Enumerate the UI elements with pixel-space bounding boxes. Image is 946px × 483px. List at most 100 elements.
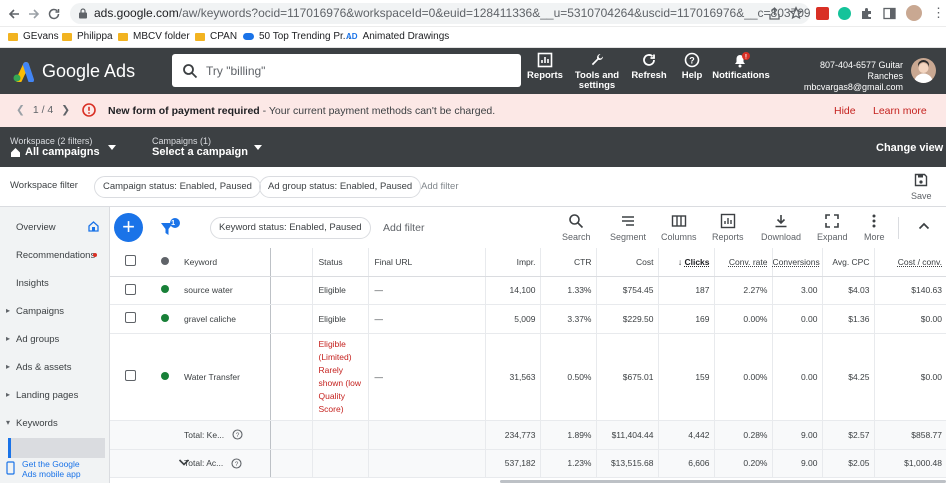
col-conv-rate[interactable]: Conv. rate: [714, 248, 773, 277]
sidepanel-icon[interactable]: [883, 7, 896, 20]
forward-icon[interactable]: [26, 6, 42, 22]
col-clicks-label: Clicks: [684, 256, 710, 267]
total-cost-conv: $1,000.48: [874, 449, 946, 478]
chevron-left-icon[interactable]: ❮: [16, 104, 25, 116]
columns-button[interactable]: Columns: [661, 213, 697, 242]
add-keyword-button[interactable]: +: [114, 213, 143, 242]
url-cell: —: [368, 333, 486, 421]
total-ctr: 1.23%: [540, 449, 597, 478]
help-icon: ?: [684, 52, 700, 68]
share-icon[interactable]: [768, 7, 781, 20]
sidebar-item-adgroups[interactable]: Ad groups: [6, 334, 59, 345]
bookmark-trending[interactable]: 50 Top Trending Pr...: [243, 31, 351, 42]
mobile-app-line2: Ads mobile app: [22, 469, 81, 479]
campaign-selector[interactable]: Campaigns (1) Select a campaign: [152, 136, 248, 158]
avatar[interactable]: [911, 58, 936, 83]
address-bar[interactable]: ads.google.com/aw/keywords?ocid=11701697…: [70, 3, 810, 24]
col-ctr[interactable]: CTR: [540, 248, 597, 277]
row-checkbox[interactable]: [124, 370, 136, 381]
col-status[interactable]: Status: [312, 248, 369, 277]
add-filter-button[interactable]: Add filter: [421, 181, 459, 192]
reload-icon[interactable]: [46, 6, 62, 22]
svg-text:?: ?: [235, 461, 239, 468]
reports-button[interactable]: Reports: [527, 52, 563, 81]
campaign-status-chip[interactable]: Campaign status: Enabled, Paused: [94, 176, 261, 198]
bookmark-cpan[interactable]: CPAN: [195, 31, 237, 42]
col-cost-conv[interactable]: Cost / conv.: [874, 248, 946, 277]
account-info[interactable]: 807-404-6577 Guitar Ranches mbcvargas8@g…: [786, 60, 903, 93]
star-icon[interactable]: [789, 6, 803, 20]
back-icon[interactable]: [6, 6, 22, 22]
col-avg-cpc[interactable]: Avg. CPC: [822, 248, 875, 277]
refresh-button[interactable]: Refresh: [630, 52, 668, 81]
mobile-app-link[interactable]: Get the Google Ads mobile app: [0, 458, 110, 483]
columns-label: Columns: [661, 232, 697, 242]
notifications-label: Notifications: [712, 70, 770, 81]
chevron-right-icon[interactable]: ❯: [61, 104, 70, 116]
adgroup-status-chip[interactable]: Ad group status: Enabled, Paused: [259, 176, 422, 198]
extension-icon[interactable]: [816, 7, 829, 20]
col-keyword[interactable]: Keyword: [180, 248, 271, 277]
segment-icon: [622, 216, 635, 226]
help-button[interactable]: ? Help: [678, 52, 706, 81]
segment-button[interactable]: Segment: [610, 213, 646, 242]
col-clicks[interactable]: ↓ Clicks: [658, 248, 715, 277]
add-filter-button[interactable]: Add filter: [383, 222, 424, 234]
select-all-checkbox[interactable]: [124, 255, 136, 267]
bookmark-philippa[interactable]: Philippa: [62, 31, 113, 42]
workspace-dropdown-icon[interactable]: [108, 145, 116, 150]
row-checkbox[interactable]: [124, 312, 136, 323]
keyword-status-chip[interactable]: Keyword status: Enabled, Paused: [210, 217, 371, 239]
keyword-cell[interactable]: source water: [180, 276, 271, 305]
workspace-selector[interactable]: Workspace (2 filters) All campaigns: [10, 136, 100, 158]
bookmark-mbcv[interactable]: MBCV folder: [118, 31, 190, 42]
svg-text:!: !: [745, 54, 747, 61]
sidebar-item-keywords[interactable]: Keywords: [16, 418, 58, 429]
row-checkbox[interactable]: [124, 283, 136, 295]
sidebar-item-campaigns[interactable]: Campaigns: [6, 306, 64, 317]
hide-button[interactable]: Hide: [834, 105, 856, 117]
workspace-label: Workspace (2 filters): [10, 136, 93, 146]
col-cost[interactable]: Cost: [596, 248, 659, 277]
help-icon[interactable]: ?: [232, 429, 243, 440]
col-impressions[interactable]: Impr.: [485, 248, 541, 277]
bookmark-animated[interactable]: AD Animated Drawings: [346, 31, 449, 42]
search-input[interactable]: Try "billing": [172, 54, 521, 87]
reports-tool-button[interactable]: Reports: [712, 213, 744, 242]
total-clicks: 4,442: [658, 420, 715, 450]
grammarly-icon[interactable]: [838, 7, 851, 20]
sidebar-item-search-keywords[interactable]: [8, 438, 105, 458]
google-ads-logo[interactable]: Google Ads: [12, 61, 135, 82]
keyword-cell[interactable]: gravel caliche: [180, 304, 271, 334]
sidebar-item-landing-pages[interactable]: Landing pages: [6, 390, 78, 401]
download-button[interactable]: Download: [761, 213, 801, 242]
bookmark-gevans[interactable]: GEvans: [8, 31, 59, 42]
sidebar-item-insights[interactable]: Insights: [16, 278, 49, 289]
keyword-cell[interactable]: Water Transfer: [180, 333, 271, 421]
col-conversions[interactable]: Conversions: [772, 248, 823, 277]
profile-avatar-icon[interactable]: [906, 5, 922, 21]
col-conversions-label: Conversions: [772, 256, 820, 267]
save-button[interactable]: Save: [911, 173, 932, 201]
campaign-dropdown-icon[interactable]: [254, 145, 262, 150]
col-final-url[interactable]: Final URL: [368, 248, 486, 277]
sidebar-item-recommendations[interactable]: Recommendations: [16, 250, 95, 261]
notifications-button[interactable]: ! Notifications: [712, 52, 770, 81]
search-tool-button[interactable]: Search: [562, 213, 591, 242]
sidebar-item-overview[interactable]: Overview: [16, 222, 56, 233]
table-row[interactable]: Water Transfer Eligible (Limited) Rarely…: [110, 333, 946, 421]
more-button[interactable]: More: [864, 213, 885, 242]
tools-settings-button[interactable]: Tools and settings: [572, 52, 622, 91]
table-row[interactable]: source water Eligible — 14,100 1.33% $75…: [110, 276, 946, 305]
total-label: Total: Ac...: [184, 458, 224, 468]
change-view-button[interactable]: Change view: [876, 142, 943, 154]
puzzle-icon[interactable]: [860, 7, 873, 20]
chevron-up-icon[interactable]: [918, 221, 930, 231]
expand-button[interactable]: Expand: [817, 213, 848, 242]
learn-more-link[interactable]: Learn more: [873, 105, 927, 117]
bookmark-label: Animated Drawings: [362, 31, 450, 42]
sidebar-item-ads-assets[interactable]: Ads & assets: [6, 362, 72, 373]
help-icon[interactable]: ?: [231, 457, 242, 469]
table-row[interactable]: gravel caliche Eligible — 5,009 3.37% $2…: [110, 304, 946, 334]
menu-dots-icon[interactable]: ⋮: [932, 6, 945, 19]
